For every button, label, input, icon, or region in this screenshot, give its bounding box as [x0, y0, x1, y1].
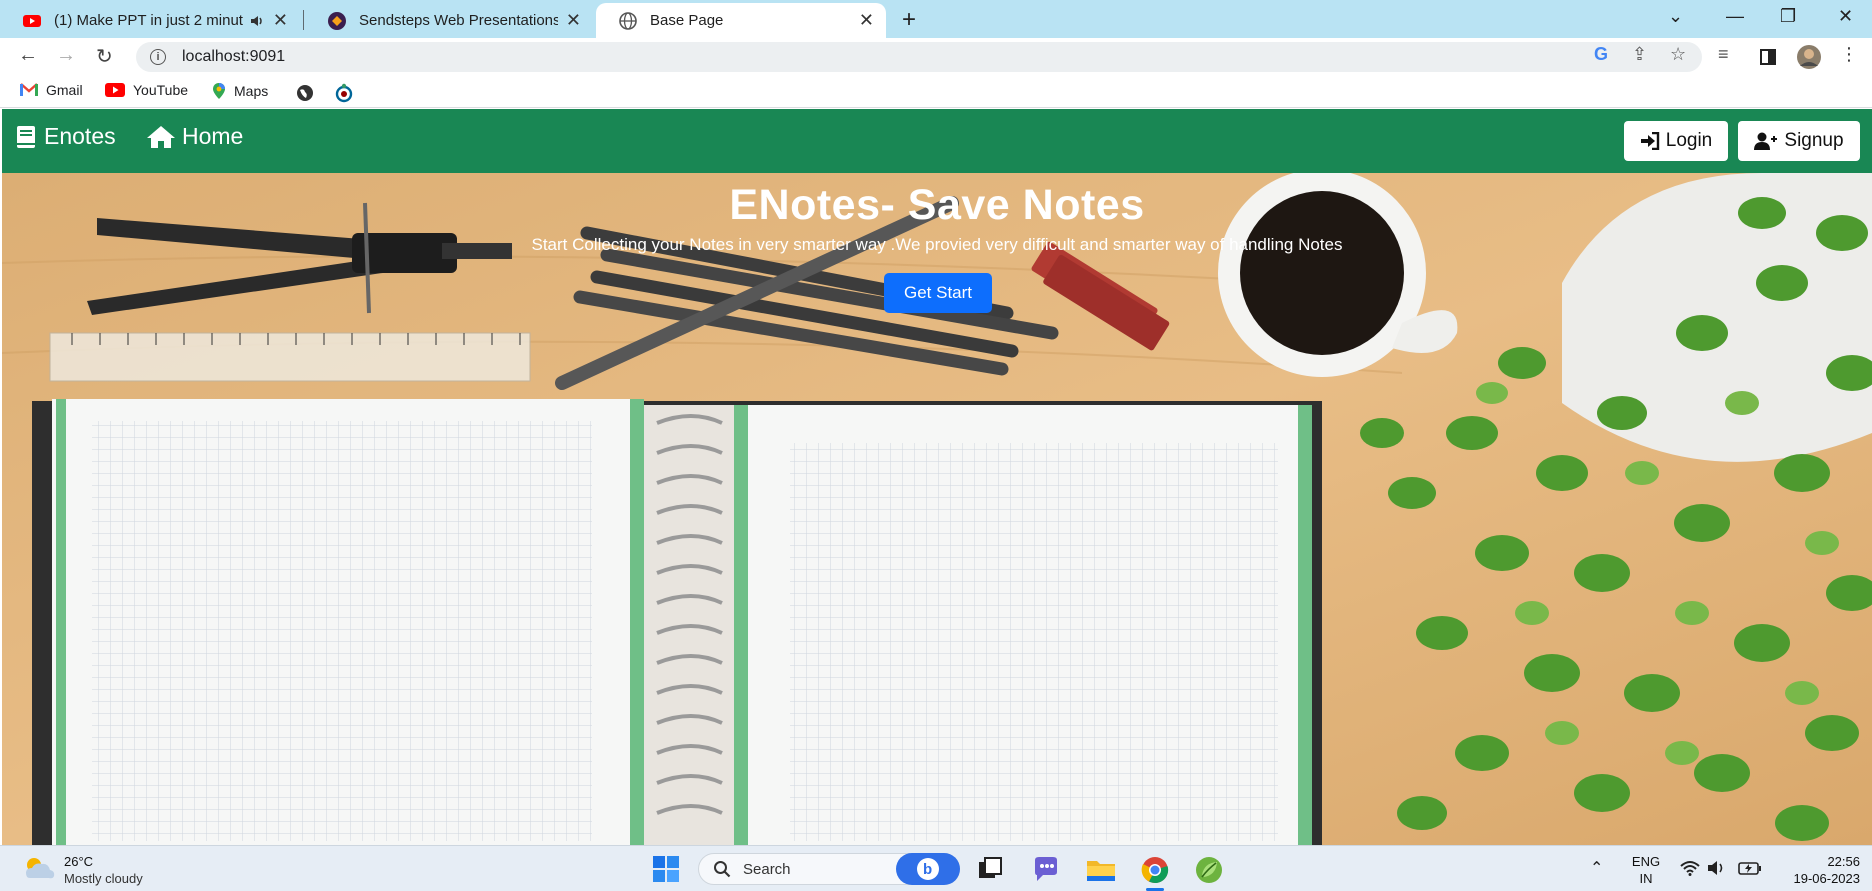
- forward-button[interactable]: →: [56, 44, 76, 67]
- address-bar[interactable]: i localhost:9091: [136, 42, 1702, 72]
- tab-title: Base Page: [650, 12, 724, 29]
- spring-tools-icon[interactable]: [1194, 855, 1224, 885]
- back-button[interactable]: ←: [18, 44, 38, 67]
- tab-youtube[interactable]: (1) Make PPT in just 2 minute ✕: [0, 3, 300, 38]
- user-plus-icon: [1754, 132, 1778, 150]
- bookmark-label: YouTube: [133, 82, 189, 98]
- input-language-bottom[interactable]: IN: [1626, 871, 1666, 886]
- bookmarks-bar: Gmail YouTube Maps: [0, 76, 1872, 108]
- nav-home-text: Home: [182, 123, 244, 149]
- battery-charging-icon[interactable]: [1738, 860, 1762, 876]
- weather-temperature: 26°C: [64, 854, 94, 869]
- kebab-menu-icon[interactable]: ⋮: [1840, 44, 1858, 65]
- close-icon[interactable]: ✕: [273, 10, 288, 31]
- volume-icon[interactable]: [1706, 860, 1726, 876]
- file-explorer-icon[interactable]: [1086, 855, 1116, 883]
- tab-base-page[interactable]: Base Page ✕: [596, 3, 886, 38]
- browser-toolbar: ← → ↻ i localhost:9091 G ⇪ ☆ ≡ ⋮: [0, 38, 1872, 76]
- tab-title: Sendsteps Web Presentations: [359, 12, 558, 29]
- bookmark-label: Maps: [234, 83, 269, 99]
- tab-divider: [303, 10, 304, 30]
- gmail-icon: [20, 83, 38, 97]
- bing-icon[interactable]: b: [896, 853, 960, 885]
- sendsteps-icon: [328, 11, 346, 30]
- google-lens-icon[interactable]: G: [1594, 44, 1608, 65]
- clock-date[interactable]: 19-06-2023: [1772, 871, 1861, 886]
- teams-chat-icon[interactable]: [1032, 855, 1060, 883]
- youtube-icon: [105, 83, 125, 97]
- home-icon: [147, 125, 175, 148]
- input-language-top[interactable]: ENG: [1626, 854, 1666, 869]
- taskbar-search[interactable]: Search b: [698, 853, 960, 885]
- tab-search-chevron-icon[interactable]: ⌄: [1668, 6, 1683, 27]
- task-view-icon[interactable]: [976, 855, 1004, 883]
- sign-in-icon: [1640, 132, 1659, 150]
- window-close-button[interactable]: ✕: [1838, 6, 1853, 27]
- maps-icon: [213, 83, 225, 99]
- reload-button[interactable]: ↻: [96, 44, 113, 69]
- signup-label: Signup: [1784, 130, 1844, 151]
- windows-start-icon[interactable]: [652, 855, 680, 883]
- tab-title: (1) Make PPT in just 2 minute: [54, 12, 243, 29]
- share-icon[interactable]: ⇪: [1632, 44, 1647, 65]
- windows-taskbar: 26°C Mostly cloudy Search b ⌃ ENG IN 22:…: [0, 845, 1872, 891]
- svg-text:b: b: [923, 861, 932, 878]
- weather-description: Mostly cloudy: [64, 871, 143, 886]
- new-tab-button[interactable]: +: [902, 6, 916, 34]
- globe-bookmark-icon[interactable]: [296, 84, 314, 102]
- profile-avatar-icon[interactable]: [1796, 44, 1822, 70]
- bookmark-maps[interactable]: Maps: [212, 82, 268, 100]
- reading-list-icon[interactable]: ≡: [1718, 44, 1729, 65]
- tab-sendsteps[interactable]: Sendsteps Web Presentations ✕: [305, 3, 593, 38]
- web-page: Enotes Home Login Signup ENotes- Save No…: [2, 109, 1872, 845]
- hero-section: ENotes- Save Notes Start Collecting your…: [2, 173, 1872, 845]
- wifi-icon[interactable]: [1680, 860, 1700, 876]
- bookmark-star-icon[interactable]: ☆: [1670, 44, 1686, 65]
- wikimedia-bookmark-icon[interactable]: [334, 83, 354, 103]
- weather-cloudy-icon[interactable]: [22, 854, 56, 882]
- chrome-icon[interactable]: [1140, 855, 1170, 885]
- minimize-button[interactable]: —: [1726, 6, 1744, 27]
- speaker-icon[interactable]: [249, 13, 265, 29]
- taskbar-search-text: Search: [743, 860, 791, 878]
- book-icon: [17, 125, 35, 148]
- close-icon[interactable]: ✕: [566, 10, 581, 31]
- bookmark-youtube[interactable]: YouTube: [105, 82, 188, 98]
- get-start-button[interactable]: Get Start: [884, 273, 992, 313]
- address-url: localhost:9091: [182, 48, 286, 65]
- hero-subtitle: Start Collecting your Notes in very smar…: [531, 235, 1343, 254]
- tray-expand-chevron-icon[interactable]: ⌃: [1590, 858, 1603, 878]
- login-button[interactable]: Login: [1624, 121, 1728, 161]
- close-icon[interactable]: ✕: [859, 10, 874, 31]
- search-icon: [714, 861, 731, 878]
- youtube-icon: [23, 14, 41, 27]
- browser-tab-strip: (1) Make PPT in just 2 minute ✕ Sendstep…: [0, 0, 1872, 38]
- site-info-icon[interactable]: i: [150, 49, 166, 65]
- side-panel-icon[interactable]: [1760, 49, 1776, 65]
- globe-icon: [619, 11, 637, 30]
- login-label: Login: [1665, 130, 1713, 151]
- brand-text: Enotes: [44, 123, 116, 149]
- bookmark-label: Gmail: [46, 82, 83, 98]
- clock-time[interactable]: 22:56: [1772, 854, 1860, 869]
- brand-link[interactable]: Enotes: [16, 123, 116, 150]
- bookmark-gmail[interactable]: Gmail: [20, 82, 83, 98]
- restore-button[interactable]: ❐: [1780, 6, 1796, 27]
- nav-home-link[interactable]: Home: [146, 123, 243, 150]
- site-navbar: Enotes Home Login Signup: [2, 109, 1872, 173]
- hero-title: ENotes- Save Notes: [729, 181, 1145, 229]
- signup-button[interactable]: Signup: [1738, 121, 1860, 161]
